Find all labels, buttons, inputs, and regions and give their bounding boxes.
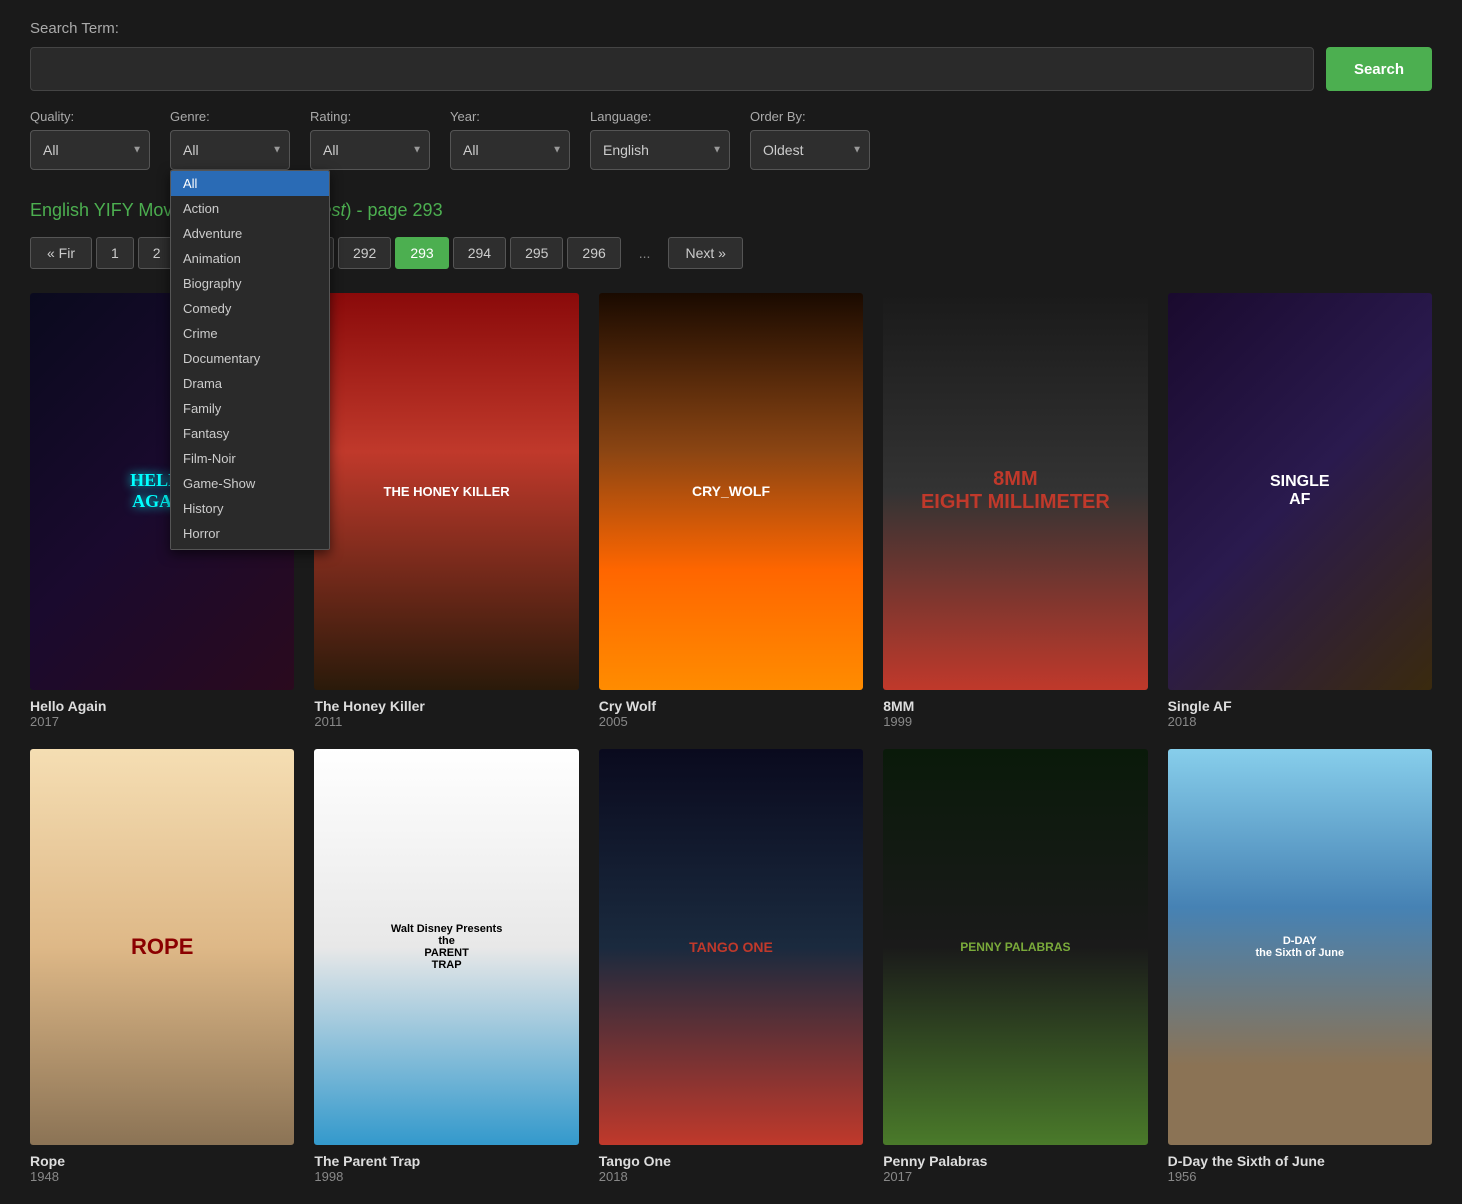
- movie-year: 2017: [883, 1169, 1147, 1184]
- genre-item-adventure[interactable]: Adventure: [171, 221, 329, 246]
- movie-year: 2017: [30, 714, 294, 729]
- quality-select[interactable]: All 720p 1080p 2160p 3D: [30, 130, 150, 170]
- movie-card-rope[interactable]: ROPERope1948: [30, 749, 294, 1185]
- movie-card-8mm[interactable]: 8MM EIGHT MILLIMETER8MM1999: [883, 293, 1147, 729]
- order-by-select[interactable]: Oldest Latest Seeds Rating: [750, 130, 870, 170]
- movie-year: 2018: [599, 1169, 863, 1184]
- genre-dropdown: AllActionAdventureAnimationBiographyCome…: [170, 170, 330, 550]
- genre-item-music[interactable]: Music: [171, 546, 329, 550]
- movie-card-tango-one[interactable]: TANGO ONETango One2018: [599, 749, 863, 1185]
- page-btn-294[interactable]: 294: [453, 237, 506, 269]
- quality-filter: Quality: All 720p 1080p 2160p 3D: [30, 109, 150, 170]
- filters-row: Quality: All 720p 1080p 2160p 3D Genre: …: [30, 109, 1432, 170]
- search-button[interactable]: Search: [1326, 47, 1432, 91]
- movie-card-cry-wolf[interactable]: CRY_WOLFCry Wolf2005: [599, 293, 863, 729]
- genre-item-crime[interactable]: Crime: [171, 321, 329, 346]
- genre-item-all[interactable]: All: [171, 171, 329, 196]
- search-term-label: Search Term:: [30, 20, 1432, 37]
- genre-item-drama[interactable]: Drama: [171, 371, 329, 396]
- genre-item-documentary[interactable]: Documentary: [171, 346, 329, 371]
- movie-title: Single AF: [1168, 698, 1432, 714]
- rating-select[interactable]: All: [310, 130, 430, 170]
- year-label: Year:: [450, 109, 570, 124]
- movie-title: Tango One: [599, 1153, 863, 1169]
- genre-item-fantasy[interactable]: Fantasy: [171, 421, 329, 446]
- movie-year: 1999: [883, 714, 1147, 729]
- movie-title: The Honey Killer: [314, 698, 578, 714]
- movie-title: Cry Wolf: [599, 698, 863, 714]
- next-page-button[interactable]: Next »: [668, 237, 742, 269]
- order-by-select-wrapper: Oldest Latest Seeds Rating: [750, 130, 870, 170]
- genre-item-film-noir[interactable]: Film-Noir: [171, 446, 329, 471]
- genre-dropdown-container: AllActionAdventureAnimationBiographyCome…: [170, 170, 330, 550]
- genre-item-game-show[interactable]: Game-Show: [171, 471, 329, 496]
- movies-grid-row2: ROPERope1948Walt Disney Presents the PAR…: [30, 749, 1432, 1185]
- genre-select-wrapper: All: [170, 130, 290, 170]
- page-btn-292[interactable]: 292: [338, 237, 391, 269]
- search-input[interactable]: [30, 47, 1314, 91]
- movie-title: Penny Palabras: [883, 1153, 1147, 1169]
- movie-year: 1948: [30, 1169, 294, 1184]
- rating-select-wrapper: All: [310, 130, 430, 170]
- genre-item-family[interactable]: Family: [171, 396, 329, 421]
- quality-label: Quality:: [30, 109, 150, 124]
- movie-card-penny-palabras[interactable]: PENNY PALABRASPenny Palabras2017: [883, 749, 1147, 1185]
- movie-title: Hello Again: [30, 698, 294, 714]
- genre-item-horror[interactable]: Horror: [171, 521, 329, 546]
- page-btn-293[interactable]: 293: [395, 237, 448, 269]
- genre-item-comedy[interactable]: Comedy: [171, 296, 329, 321]
- movie-title: D-Day the Sixth of June: [1168, 1153, 1432, 1169]
- page-btn-1[interactable]: 1: [96, 237, 134, 269]
- language-filter: Language: English All French German: [590, 109, 730, 170]
- movie-year: 1956: [1168, 1169, 1432, 1184]
- movie-year: 2011: [314, 714, 578, 729]
- pagination-dots-2: ...: [625, 238, 665, 268]
- first-page-button[interactable]: « Fir: [30, 237, 92, 269]
- genre-item-history[interactable]: History: [171, 496, 329, 521]
- movie-year: 2005: [599, 714, 863, 729]
- movie-year: 1998: [314, 1169, 578, 1184]
- movie-title: The Parent Trap: [314, 1153, 578, 1169]
- rating-label: Rating:: [310, 109, 430, 124]
- order-by-filter: Order By: Oldest Latest Seeds Rating: [750, 109, 870, 170]
- genre-item-animation[interactable]: Animation: [171, 246, 329, 271]
- movie-year: 2018: [1168, 714, 1432, 729]
- language-select-wrapper: English All French German: [590, 130, 730, 170]
- rating-filter: Rating: All: [310, 109, 430, 170]
- genre-item-biography[interactable]: Biography: [171, 271, 329, 296]
- search-row: Search: [30, 47, 1432, 91]
- language-label: Language:: [590, 109, 730, 124]
- order-by-label: Order By:: [750, 109, 870, 124]
- language-select[interactable]: English All French German: [590, 130, 730, 170]
- quality-select-wrapper: All 720p 1080p 2160p 3D: [30, 130, 150, 170]
- movie-title: 8MM: [883, 698, 1147, 714]
- movie-card-single-af[interactable]: SINGLE AFSingle AF2018: [1168, 293, 1432, 729]
- movie-title: Rope: [30, 1153, 294, 1169]
- genre-item-action[interactable]: Action: [171, 196, 329, 221]
- year-select[interactable]: All: [450, 130, 570, 170]
- movie-card-d-day-the-sixth-of-june[interactable]: D-DAY the Sixth of JuneD-Day the Sixth o…: [1168, 749, 1432, 1185]
- year-select-wrapper: All: [450, 130, 570, 170]
- movie-card-the-parent-trap[interactable]: Walt Disney Presents the PARENT TRAPThe …: [314, 749, 578, 1185]
- genre-label: Genre:: [170, 109, 290, 124]
- genre-select[interactable]: All: [170, 130, 290, 170]
- genre-filter: Genre: All AllActionAdventureAnimationBi…: [170, 109, 290, 170]
- page-btn-296[interactable]: 296: [567, 237, 620, 269]
- year-filter: Year: All: [450, 109, 570, 170]
- page-btn-295[interactable]: 295: [510, 237, 563, 269]
- movie-card-the-honey-killer[interactable]: THE HONEY KILLERThe Honey Killer2011: [314, 293, 578, 729]
